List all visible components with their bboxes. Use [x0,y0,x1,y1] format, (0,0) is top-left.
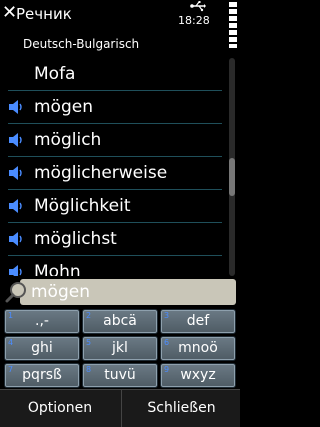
key-6[interactable]: 6 mnoö [160,336,236,361]
word-label: Möglichkeit [34,196,131,216]
status-bar: ✕ Речник 18:28 Deutsch-Bulgarisch [0,0,240,56]
list-item[interactable]: mögen [8,91,222,124]
key-7[interactable]: 7 pqrsß [4,363,80,388]
clock-time: 18:28 [178,14,210,27]
key-4[interactable]: 4 ghi [4,336,80,361]
speaker-icon[interactable] [8,232,26,246]
key-letters: .,- [35,313,49,329]
list-item[interactable]: möglicherweise [8,157,222,190]
close-icon[interactable]: ✕ [2,4,17,22]
battery-icon [229,2,237,48]
word-label: Mohn [34,262,81,276]
softkey-bar: Optionen Schließen [0,389,240,427]
speaker-icon[interactable] [8,265,26,276]
key-letters: pqrsß [22,367,62,383]
app-title: Речник [16,5,72,23]
close-softkey[interactable]: Schließen [121,390,241,427]
key-9[interactable]: 9 wxyz [160,363,236,388]
key-letters: wxyz [180,367,216,383]
usb-icon [190,1,206,12]
search-icon [5,282,26,303]
word-label: möglicherweise [34,163,168,183]
speaker-icon[interactable] [8,166,26,180]
key-letters: tuvü [104,367,136,383]
key-letters: jkl [112,340,128,356]
search-bar[interactable]: mögen [0,278,240,306]
key-letters: abcä [103,313,137,329]
speaker-icon[interactable] [8,199,26,213]
list-item[interactable]: möglich [8,124,222,157]
speaker-icon[interactable] [8,100,26,114]
options-softkey[interactable]: Optionen [0,390,120,427]
key-letters: mnoö [178,340,218,356]
keypad: 1 .,- 2 abcä 3 def 4 ghi 5 jkl 6 mnoö 7 … [4,309,238,388]
dictionary-direction: Deutsch-Bulgarisch [23,37,140,51]
word-list: Mofa mögen möglich möglicherweise Möglic… [0,58,226,276]
word-label: mögen [34,97,93,117]
list-item[interactable]: Mofa [8,58,222,91]
list-item[interactable]: Mohn [8,256,222,276]
scroll-thumb[interactable] [229,158,235,196]
key-2[interactable]: 2 abcä [82,309,158,334]
key-1[interactable]: 1 .,- [4,309,80,334]
key-5[interactable]: 5 jkl [82,336,158,361]
key-letters: def [186,313,210,329]
key-letters: ghi [31,340,53,356]
word-label: möglich [34,130,102,150]
word-label: Mofa [34,64,76,84]
list-scrollbar[interactable] [229,58,235,276]
list-item[interactable]: Möglichkeit [8,190,222,223]
key-3[interactable]: 3 def [160,309,236,334]
word-label: möglichst [34,229,117,249]
list-item[interactable]: möglichst [8,223,222,256]
search-text: mögen [31,282,90,302]
key-8[interactable]: 8 tuvü [82,363,158,388]
speaker-icon[interactable] [8,133,26,147]
